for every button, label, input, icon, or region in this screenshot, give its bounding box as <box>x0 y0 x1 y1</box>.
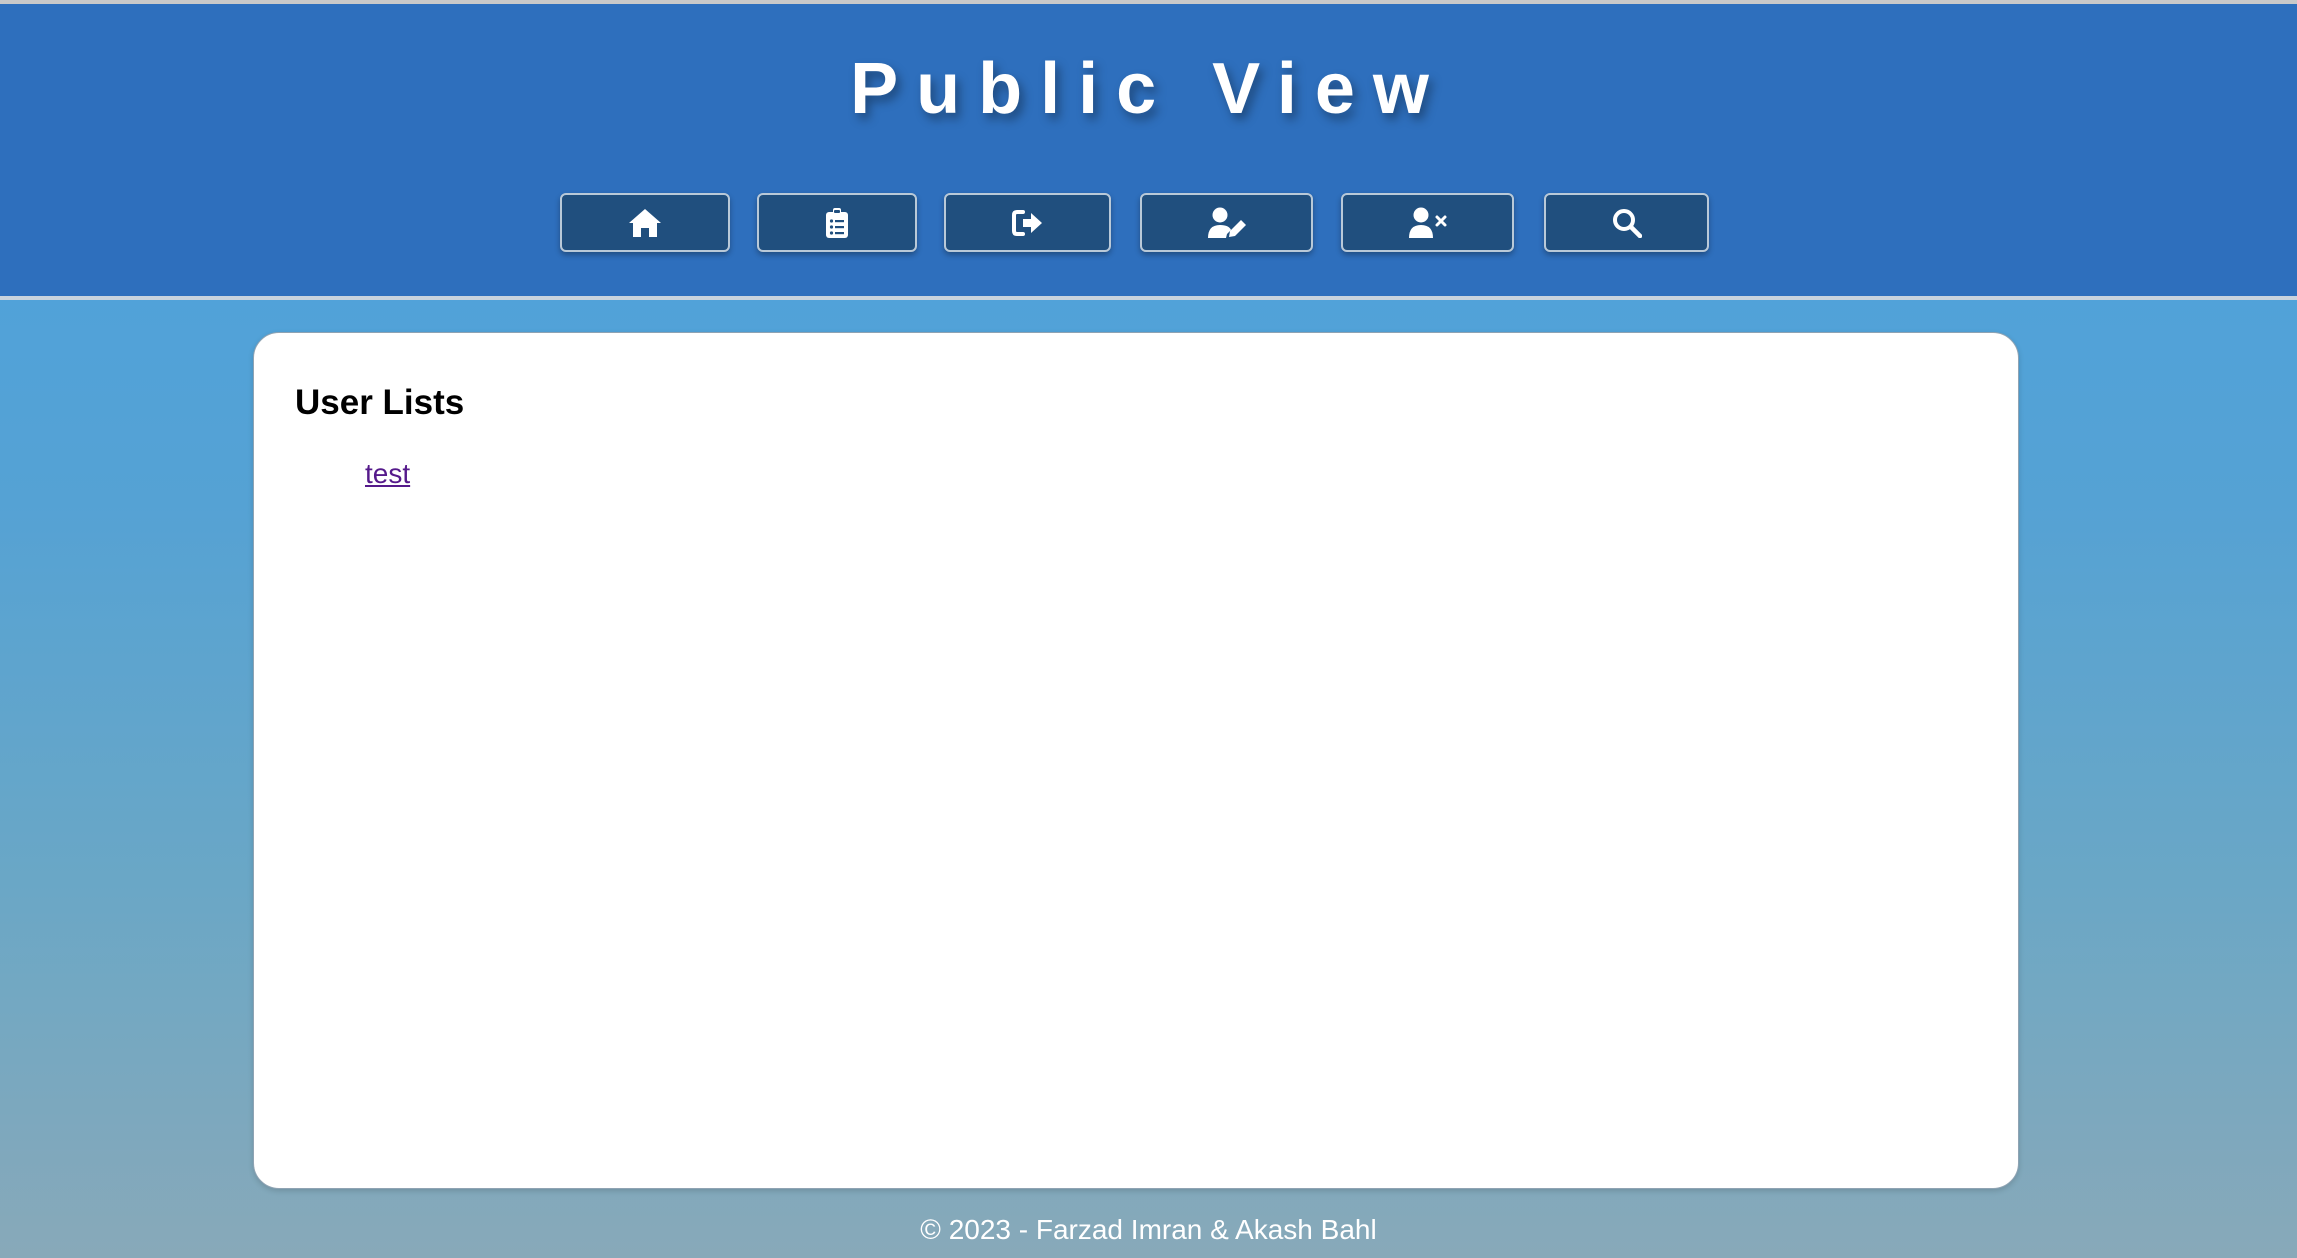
site-header: Public View <box>0 4 2297 300</box>
delete-user-button[interactable] <box>1341 193 1514 252</box>
home-icon <box>629 208 661 237</box>
sign-out-icon <box>1011 209 1042 236</box>
search-button[interactable] <box>1544 193 1709 252</box>
home-button[interactable] <box>560 193 730 252</box>
list-button[interactable] <box>757 193 917 252</box>
site-title: Public View <box>850 49 1447 129</box>
search-icon <box>1612 208 1642 238</box>
clipboard-list-icon <box>826 207 848 238</box>
logout-button[interactable] <box>944 193 1111 252</box>
user-list: test <box>254 457 410 491</box>
footer-copyright: © 2023 - Farzad Imran & Akash Bahl <box>920 1214 1377 1245</box>
user-remove-icon <box>1408 207 1446 238</box>
user-lists-card: User Lists test <box>253 332 2019 1189</box>
user-link[interactable]: test <box>365 458 410 489</box>
page-title: User Lists <box>295 383 465 422</box>
edit-user-button[interactable] <box>1140 193 1313 252</box>
user-edit-icon <box>1207 207 1246 238</box>
list-item: test <box>365 457 410 491</box>
